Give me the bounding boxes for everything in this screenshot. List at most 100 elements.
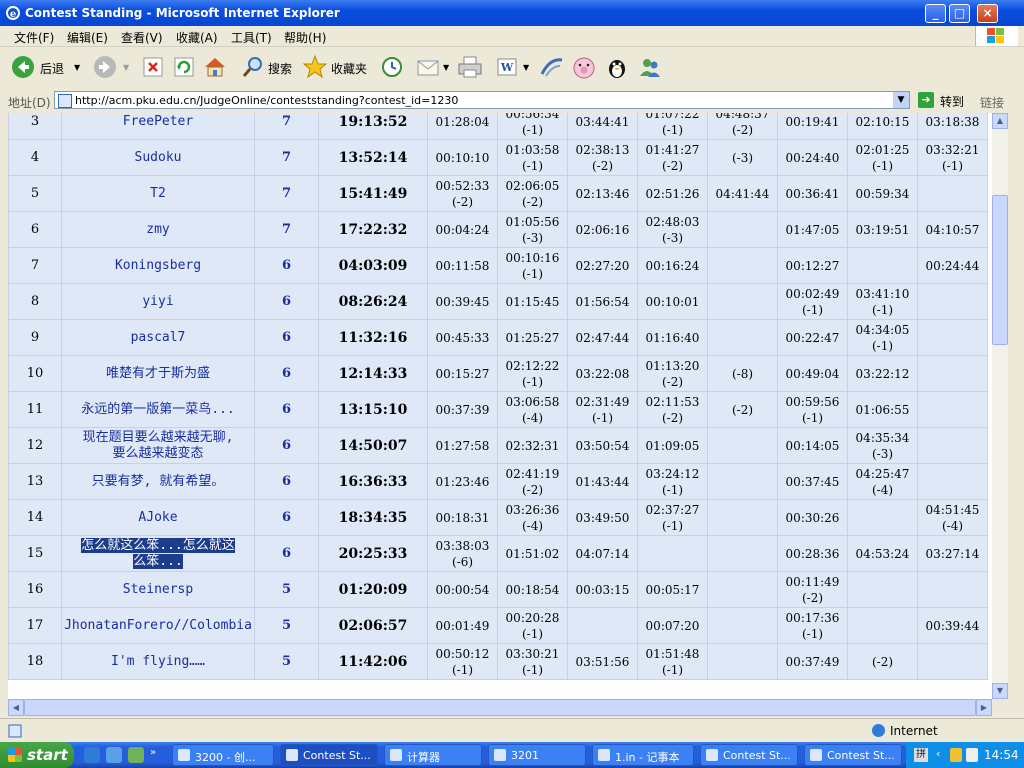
team-name-cell: I'm flying…… xyxy=(61,643,255,680)
team-name-link[interactable]: 怎么就这么笨...怎么就这 么笨... xyxy=(81,537,235,569)
team-name-link[interactable]: yiyi xyxy=(142,294,173,309)
qq-button[interactable] xyxy=(603,54,631,82)
stop-icon xyxy=(143,57,163,77)
problem-time-cell xyxy=(847,499,918,536)
team-name-link[interactable]: Steinersp xyxy=(123,582,193,597)
contacts-button[interactable] xyxy=(636,54,664,82)
mail-dropdown-icon[interactable]: ▼ xyxy=(443,63,449,72)
messenger-button[interactable] xyxy=(538,54,566,82)
team-name-link[interactable]: T2 xyxy=(150,186,166,201)
problem-time-cell xyxy=(707,499,778,536)
taskbar-task[interactable]: 1.in - 记事本 xyxy=(592,744,694,766)
quicklaunch-messenger-icon[interactable] xyxy=(128,747,144,763)
home-button[interactable] xyxy=(202,54,228,82)
menu-edit[interactable]: 编辑(E) xyxy=(67,29,108,46)
team-name-link[interactable]: 现在题目要么越来越无聊, 要么越来越变态 xyxy=(83,430,234,461)
team-name-link[interactable]: Sudoku xyxy=(135,150,182,165)
menu-tools[interactable]: 工具(T) xyxy=(231,29,272,46)
horizontal-scrollbar[interactable]: ◀ ▶ xyxy=(8,699,992,716)
taskbar-task[interactable]: Contest St... xyxy=(700,744,798,766)
team-name-link[interactable]: 永远的第一版第一菜鸟... xyxy=(81,402,234,417)
search-button[interactable]: 搜索 xyxy=(240,54,296,82)
problem-time-cell: 01:07:22 (-1) xyxy=(637,113,708,140)
close-button[interactable]: × xyxy=(977,4,998,23)
team-name-link[interactable]: Koningsberg xyxy=(115,258,201,273)
table-row: 5 T2 7 15:41:49 00:52:33 (-2) 02:06:05 (-2) 02… xyxy=(8,175,988,212)
taskbar-task[interactable]: Contest St... xyxy=(804,744,902,766)
team-name-link[interactable]: 只要有梦, 就有希望。 xyxy=(92,474,225,489)
team-name-link[interactable]: 唯楚有才于斯为盛 xyxy=(106,366,210,381)
start-button[interactable]: start xyxy=(0,742,74,768)
print-button[interactable] xyxy=(456,54,484,82)
problem-time-cell: 02:27:20 xyxy=(567,247,638,284)
address-dropdown-icon[interactable]: ▼ xyxy=(893,92,909,108)
quicklaunch-ie-icon[interactable] xyxy=(84,747,100,763)
vertical-scrollbar[interactable]: ▲ ▼ xyxy=(992,113,1008,699)
problem-time-cell: 00:18:31 xyxy=(427,499,498,536)
taskbar-task[interactable]: Contest St... xyxy=(280,744,378,766)
team-name-link[interactable]: AJoke xyxy=(138,510,177,525)
penalty-cell: 19:13:52 xyxy=(318,113,428,140)
team-name-link[interactable]: I'm flying…… xyxy=(111,654,205,669)
minimize-button[interactable]: _ xyxy=(925,4,946,23)
go-button[interactable]: ➜ 转到 xyxy=(918,91,970,109)
mail-button[interactable]: ▼ xyxy=(415,54,455,82)
stop-button[interactable] xyxy=(141,54,165,82)
scroll-left-icon[interactable]: ◀ xyxy=(8,699,24,716)
volume-icon[interactable] xyxy=(966,748,978,762)
problem-time-cell: 02:10:15 xyxy=(847,113,918,140)
problem-time-cell xyxy=(637,535,708,572)
penalty-cell: 02:06:57 xyxy=(318,607,428,644)
taskbar-task[interactable]: 3200 - 创... xyxy=(172,744,274,766)
edit-dropdown-icon[interactable]: ▼ xyxy=(523,63,529,72)
problem-time-cell xyxy=(707,319,778,356)
quicklaunch-more-icon[interactable]: » xyxy=(150,747,156,758)
maximize-button[interactable]: □ xyxy=(949,4,970,23)
tray-expand-icon[interactable]: ‹ xyxy=(936,747,940,760)
forward-dropdown-icon[interactable]: ▼ xyxy=(123,63,129,72)
problem-time-cell: 03:49:50 xyxy=(567,499,638,536)
forward-button[interactable]: ▼ xyxy=(92,54,132,82)
problem-time-cell: 00:04:24 xyxy=(427,211,498,248)
menu-view[interactable]: 查看(V) xyxy=(121,29,163,46)
problem-time-cell: 00:56:34 (-1) xyxy=(497,113,568,140)
search-icon xyxy=(242,57,262,77)
refresh-button[interactable] xyxy=(172,54,196,82)
team-name-link[interactable]: FreePeter xyxy=(123,114,193,129)
problem-time-cell: 00:10:01 xyxy=(637,283,708,320)
problem-time-cell: 03:06:58 (-4) xyxy=(497,391,568,428)
ime-icon[interactable]: 拼 xyxy=(914,748,928,762)
history-button[interactable] xyxy=(378,54,406,82)
team-name-link[interactable]: pascal7 xyxy=(131,330,186,345)
scroll-down-icon[interactable]: ▼ xyxy=(992,683,1008,699)
address-field[interactable]: http://acm.pku.edu.cn/JudgeOnline/contes… xyxy=(54,91,910,109)
menu-help[interactable]: 帮助(H) xyxy=(284,29,326,46)
scroll-right-icon[interactable]: ▶ xyxy=(976,699,992,716)
problem-time-cell xyxy=(707,427,778,464)
taskbar-task[interactable]: 3201 xyxy=(488,744,586,766)
problem-time-cell: 00:24:44 xyxy=(917,247,988,284)
windows-logo xyxy=(975,26,1018,46)
back-dropdown-icon[interactable]: ▼ xyxy=(74,63,80,72)
back-button[interactable]: 后退 ▼ xyxy=(10,54,80,82)
pig-button[interactable] xyxy=(570,54,598,82)
problem-time-cell: 04:07:14 xyxy=(567,535,638,572)
menu-file[interactable]: 文件(F) xyxy=(14,29,54,46)
taskbar-task[interactable]: 计算器 xyxy=(384,744,482,766)
problem-time-cell: 00:16:24 xyxy=(637,247,708,284)
favorites-button[interactable]: 收藏夹 xyxy=(302,54,370,82)
links-button[interactable]: 链接 xyxy=(980,94,1004,111)
team-name-link[interactable]: zmy xyxy=(146,222,169,237)
scroll-up-icon[interactable]: ▲ xyxy=(992,113,1008,129)
vertical-scroll-thumb[interactable] xyxy=(992,195,1008,345)
problem-time-cell: 00:24:40 xyxy=(777,139,848,176)
table-row: 17 JhonatanForero//Colombia 5 02:06:57 00:01… xyxy=(8,607,988,644)
horizontal-scroll-thumb[interactable] xyxy=(24,699,976,716)
menu-favorites[interactable]: 收藏(A) xyxy=(176,29,218,46)
edit-button[interactable]: W ▼ xyxy=(494,54,534,82)
solved-cell: 6 xyxy=(254,283,319,320)
team-name-link[interactable]: JhonatanForero//Colombia xyxy=(64,618,252,633)
address-url[interactable]: http://acm.pku.edu.cn/JudgeOnline/contes… xyxy=(75,94,458,107)
quicklaunch-explorer-icon[interactable] xyxy=(106,747,122,763)
lock-icon[interactable] xyxy=(950,748,962,762)
